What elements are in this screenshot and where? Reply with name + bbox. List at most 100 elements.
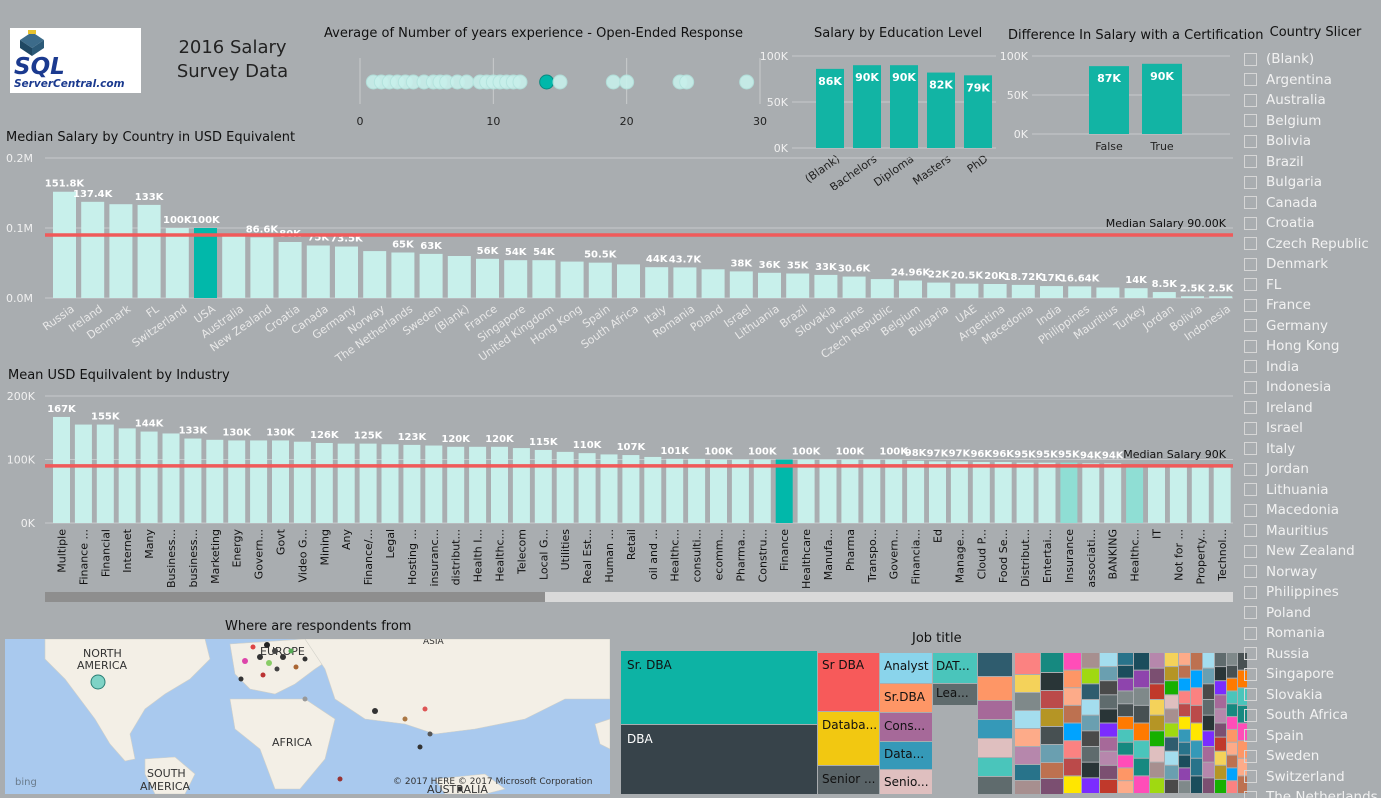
slicer-item-france[interactable]: France (1240, 295, 1381, 316)
respondents-map[interactable]: NORTH AMERICA EUROPE AFRICA SOUTH AMERIC… (5, 639, 610, 794)
slicer-item-newzealand[interactable]: New Zealand (1240, 541, 1381, 562)
slicer-item-fl[interactable]: FL (1240, 275, 1381, 296)
industry-mean-salary-chart[interactable]: 200K 100K 0K 167K Multiple Finance ... 155K Fin… (0, 388, 1240, 590)
slicer-item-thenetherlands[interactable]: The Netherlands (1240, 787, 1381, 798)
slicer-item-croatia[interactable]: Croatia (1240, 213, 1381, 234)
checkbox[interactable] (1244, 524, 1257, 538)
slicer-item-denmark[interactable]: Denmark (1240, 254, 1381, 275)
slicer-item-macedonia[interactable]: Macedonia (1240, 500, 1381, 521)
slicer-item-australia[interactable]: Australia (1240, 90, 1381, 111)
checkbox[interactable] (1244, 380, 1257, 394)
job-title-heading: Job title (912, 631, 962, 646)
bar-banking (1104, 463, 1122, 523)
slicer-item-norway[interactable]: Norway (1240, 562, 1381, 583)
checkbox[interactable] (1244, 237, 1257, 251)
checkbox[interactable] (1244, 749, 1257, 763)
checkbox[interactable] (1244, 175, 1257, 189)
checkbox[interactable] (1244, 93, 1257, 107)
slicer-item-brazil[interactable]: Brazil (1240, 152, 1381, 173)
checkbox[interactable] (1244, 114, 1257, 128)
slicer-item-singapore[interactable]: Singapore (1240, 664, 1381, 685)
checkbox[interactable] (1244, 770, 1257, 784)
slicer-item-label: Belgium (1266, 112, 1322, 129)
checkbox[interactable] (1244, 483, 1257, 497)
checkbox[interactable] (1244, 790, 1257, 798)
bar-data-label: 82K (929, 79, 953, 92)
checkbox[interactable] (1244, 401, 1257, 415)
slicer-item-slovakia[interactable]: Slovakia (1240, 685, 1381, 706)
bar-philippines (1068, 286, 1092, 298)
treemap-tile-minor (1227, 665, 1237, 678)
treemap-tile-minor (1015, 653, 1040, 674)
checkbox[interactable] (1244, 319, 1257, 333)
slicer-item-germany[interactable]: Germany (1240, 316, 1381, 337)
checkbox[interactable] (1244, 729, 1257, 743)
checkbox[interactable] (1244, 442, 1257, 456)
bar-hongkong (560, 261, 584, 298)
slicer-item-bolivia[interactable]: Bolivia (1240, 131, 1381, 152)
checkbox[interactable] (1244, 216, 1257, 230)
slicer-item-lithuania[interactable]: Lithuania (1240, 480, 1381, 501)
checkbox[interactable] (1244, 155, 1257, 169)
checkbox[interactable] (1244, 688, 1257, 702)
treemap-tile-minor (1134, 758, 1149, 776)
industry-chart-scrollbar[interactable] (45, 592, 1233, 602)
certification-bar-chart[interactable]: 100K50K0K87KFalse90KTrue (1000, 44, 1235, 164)
bar-data-label: 18.72K (1004, 272, 1045, 283)
checkbox[interactable] (1244, 565, 1257, 579)
checkbox[interactable] (1244, 606, 1257, 620)
treemap-tile-minor (1118, 781, 1133, 793)
slicer-item-romania[interactable]: Romania (1240, 623, 1381, 644)
slicer-item-israel[interactable]: Israel (1240, 418, 1381, 439)
country-median-salary-chart[interactable]: 0.2M0.1M0.0M151.8KRussia137.4KIrelandDen… (0, 148, 1240, 366)
checkbox[interactable] (1244, 647, 1257, 661)
slicer-item-southafrica[interactable]: South Africa (1240, 705, 1381, 726)
slicer-item-spain[interactable]: Spain (1240, 726, 1381, 747)
checkbox[interactable] (1244, 52, 1257, 66)
checkbox[interactable] (1244, 298, 1257, 312)
slicer-item-poland[interactable]: Poland (1240, 603, 1381, 624)
checkbox[interactable] (1244, 73, 1257, 87)
checkbox[interactable] (1244, 626, 1257, 640)
slicer-item-indonesia[interactable]: Indonesia (1240, 377, 1381, 398)
slicer-item-canada[interactable]: Canada (1240, 193, 1381, 214)
slicer-item-belgium[interactable]: Belgium (1240, 111, 1381, 132)
slicer-item-sweden[interactable]: Sweden (1240, 746, 1381, 767)
checkbox[interactable] (1244, 544, 1257, 558)
slicer-item-label: Spain (1266, 727, 1304, 744)
map-copyright: © 2017 HERE © 2017 Microsoft Corporation (393, 777, 593, 787)
slicer-item-czechrepublic[interactable]: Czech Republic (1240, 234, 1381, 255)
slicer-item-switzerland[interactable]: Switzerland (1240, 767, 1381, 788)
bar-healthc (1126, 464, 1144, 523)
bar-data-label: 137.4K (73, 189, 114, 200)
slicer-item-argentina[interactable]: Argentina (1240, 70, 1381, 91)
checkbox[interactable] (1244, 667, 1257, 681)
slicer-item-jordan[interactable]: Jordan (1240, 459, 1381, 480)
y-tick-label: 100K (760, 50, 789, 63)
checkbox[interactable] (1244, 585, 1257, 599)
slicer-item-ireland[interactable]: Ireland (1240, 398, 1381, 419)
checkbox[interactable] (1244, 134, 1257, 148)
checkbox[interactable] (1244, 503, 1257, 517)
job-title-treemap[interactable]: Sr. DBA DBA Sr DBA Databa... Senior ... … (621, 651, 1247, 794)
slicer-item-bulgaria[interactable]: Bulgaria (1240, 172, 1381, 193)
scrollbar-thumb[interactable] (45, 592, 545, 602)
slicer-item-italy[interactable]: Italy (1240, 439, 1381, 460)
slicer-item-blank[interactable]: (Blank) (1240, 49, 1381, 70)
slicer-item-hongkong[interactable]: Hong Kong (1240, 336, 1381, 357)
slicer-item-mauritius[interactable]: Mauritius (1240, 521, 1381, 542)
checkbox[interactable] (1244, 462, 1257, 476)
checkbox[interactable] (1244, 339, 1257, 353)
checkbox[interactable] (1244, 278, 1257, 292)
slicer-item-philippines[interactable]: Philippines (1240, 582, 1381, 603)
slicer-item-india[interactable]: India (1240, 357, 1381, 378)
checkbox[interactable] (1244, 196, 1257, 210)
checkbox[interactable] (1244, 257, 1257, 271)
checkbox[interactable] (1244, 360, 1257, 374)
experience-dot-chart[interactable]: 0 10 20 30 (340, 58, 780, 130)
treemap-tile-minor (1100, 751, 1117, 765)
slicer-item-russia[interactable]: Russia (1240, 644, 1381, 665)
slicer-item-label: Ireland (1266, 399, 1313, 416)
checkbox[interactable] (1244, 708, 1257, 722)
checkbox[interactable] (1244, 421, 1257, 435)
